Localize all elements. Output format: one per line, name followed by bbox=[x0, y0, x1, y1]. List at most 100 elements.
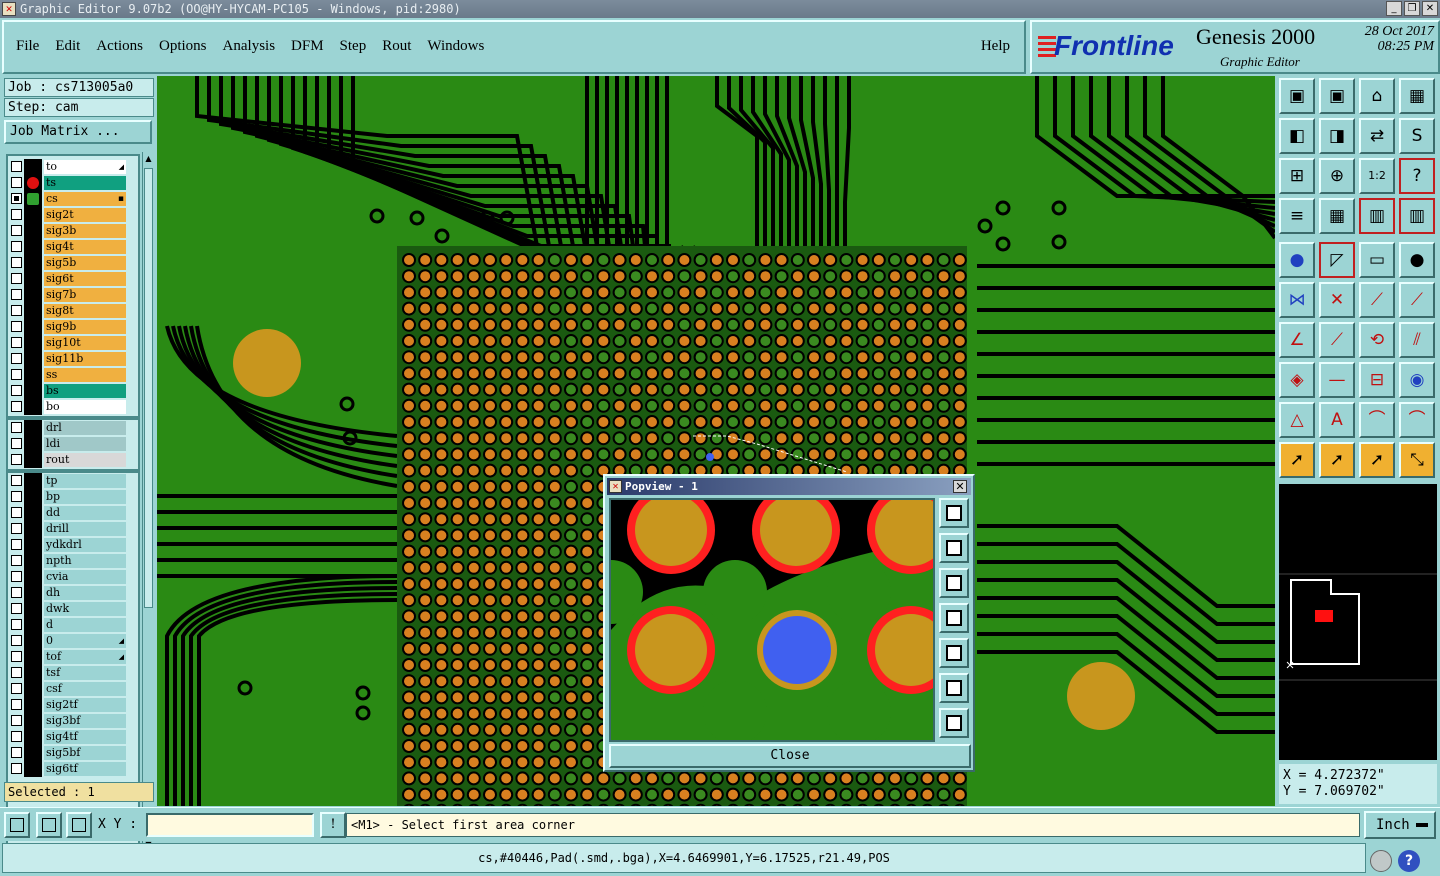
popview-close-icon[interactable]: ✕ bbox=[953, 480, 967, 493]
popview-center-icon[interactable] bbox=[939, 708, 969, 738]
popview-fit-icon[interactable] bbox=[939, 673, 969, 703]
layer-name[interactable]: ldi bbox=[44, 437, 126, 451]
layer-row-sig6t[interactable]: sig6t bbox=[8, 271, 138, 287]
layer-row-sig3b[interactable]: sig3b bbox=[8, 223, 138, 239]
layer-name[interactable]: sig11b bbox=[44, 352, 126, 366]
layer-row-drl[interactable]: drl bbox=[8, 420, 138, 436]
node-icon[interactable]: ◈ bbox=[1279, 362, 1315, 398]
slash-icon[interactable]: ⟋ bbox=[1319, 322, 1355, 358]
menu-file[interactable]: File bbox=[16, 38, 39, 55]
layer-row-tof[interactable]: tof ◢ bbox=[8, 649, 138, 665]
layer-checkbox[interactable] bbox=[11, 273, 22, 284]
corner-icon[interactable]: ◸ bbox=[1319, 242, 1355, 278]
layer-mark[interactable] bbox=[24, 436, 42, 452]
layer-mark[interactable] bbox=[24, 255, 42, 271]
measure-arch-icon[interactable]: ⌒ bbox=[1399, 402, 1435, 438]
line-icon[interactable]: ⟋ bbox=[1359, 282, 1395, 318]
overview-map[interactable] bbox=[1279, 484, 1437, 760]
zoom-fit-icon[interactable]: ⊞ bbox=[1279, 158, 1315, 194]
layer-row-d[interactable]: d bbox=[8, 617, 138, 633]
layer-checkbox[interactable] bbox=[11, 438, 22, 449]
layer-checkbox[interactable] bbox=[11, 257, 22, 268]
info-icon[interactable]: ! bbox=[320, 812, 346, 838]
layer-name[interactable]: bs bbox=[44, 384, 126, 398]
xy-input[interactable] bbox=[146, 813, 314, 837]
measure-icon[interactable]: ▭ bbox=[1359, 242, 1395, 278]
layer-mark[interactable] bbox=[24, 697, 42, 713]
popview-close-button[interactable]: Close bbox=[609, 744, 971, 768]
layer-stack-icon[interactable]: ▥ bbox=[1359, 198, 1395, 234]
layer-name[interactable]: sig4t bbox=[44, 240, 126, 254]
swap-icon[interactable]: ⇄ bbox=[1359, 118, 1395, 154]
zoom-back-icon[interactable]: ▣ bbox=[1319, 78, 1355, 114]
snap-mode-icon[interactable] bbox=[4, 812, 30, 838]
layer-name[interactable]: ydkdrl bbox=[44, 538, 126, 552]
pad-icon[interactable]: ● bbox=[1399, 242, 1435, 278]
layer-checkbox[interactable] bbox=[11, 422, 22, 433]
text-icon[interactable]: ⫽ bbox=[1399, 322, 1435, 358]
layer-mark[interactable] bbox=[24, 745, 42, 761]
layer-name[interactable]: bp bbox=[44, 490, 126, 504]
layer-mark[interactable] bbox=[24, 452, 42, 468]
layer-row-sig10t[interactable]: sig10t bbox=[8, 335, 138, 351]
layer-checkbox[interactable] bbox=[11, 667, 22, 678]
layer-row-dh[interactable]: dh bbox=[8, 585, 138, 601]
layer-name[interactable]: d bbox=[44, 618, 126, 632]
layer-row-sig4t[interactable]: sig4t bbox=[8, 239, 138, 255]
layer-mark[interactable] bbox=[24, 713, 42, 729]
layer-row-sig5bf[interactable]: sig5bf bbox=[8, 745, 138, 761]
layer-row-sig5b[interactable]: sig5b bbox=[8, 255, 138, 271]
snap-icon[interactable]: S bbox=[1399, 118, 1435, 154]
layer-row-bo[interactable]: bo bbox=[8, 399, 138, 415]
layer-name[interactable]: bo bbox=[44, 400, 126, 414]
layer-checkbox[interactable] bbox=[11, 401, 22, 412]
layer-checkbox[interactable] bbox=[11, 353, 22, 364]
app-icon[interactable]: ✕ bbox=[2, 2, 16, 16]
layer-mark[interactable] bbox=[24, 383, 42, 399]
pan-left-icon[interactable]: ◧ bbox=[1279, 118, 1315, 154]
arch-icon[interactable]: ⌒ bbox=[1359, 402, 1395, 438]
popview-zoom-icon[interactable] bbox=[939, 498, 969, 528]
popview-down-icon[interactable] bbox=[939, 568, 969, 598]
layer-row-sig6tf[interactable]: sig6tf bbox=[8, 761, 138, 777]
layer-name[interactable]: cs ▪ bbox=[44, 192, 126, 206]
layer-name[interactable]: csf bbox=[44, 682, 126, 696]
line-add-icon[interactable]: ⟋ bbox=[1399, 282, 1435, 318]
layer-name[interactable]: sig10t bbox=[44, 336, 126, 350]
restore-icon[interactable]: ❐ bbox=[1404, 1, 1420, 16]
layer-checkbox[interactable] bbox=[11, 289, 22, 300]
route-icon[interactable]: ⤡ bbox=[1399, 442, 1435, 478]
layer-row-tsf[interactable]: tsf bbox=[8, 665, 138, 681]
layer-checkbox[interactable] bbox=[11, 385, 22, 396]
layer-checkbox[interactable] bbox=[11, 651, 22, 662]
grid-icon[interactable]: ▦ bbox=[1319, 198, 1355, 234]
layer-row-cvia[interactable]: cvia bbox=[8, 569, 138, 585]
layer-name[interactable]: sig3bf bbox=[44, 714, 126, 728]
connect-icon[interactable]: ⋈ bbox=[1279, 282, 1315, 318]
help-circle-icon[interactable]: ? bbox=[1398, 850, 1420, 872]
grid-config-icon[interactable]: ≡ bbox=[1279, 198, 1315, 234]
layer-mark[interactable] bbox=[24, 191, 42, 207]
layer-row-sig8t[interactable]: sig8t bbox=[8, 303, 138, 319]
layer-name[interactable]: sig4tf bbox=[44, 730, 126, 744]
layer-name[interactable]: sig7b bbox=[44, 288, 126, 302]
layer-checkbox[interactable] bbox=[11, 241, 22, 252]
layer-mark[interactable] bbox=[24, 761, 42, 777]
select-box-icon[interactable]: ➚ bbox=[1319, 442, 1355, 478]
layer-name[interactable]: sig9b bbox=[44, 320, 126, 334]
angle-mode-icon[interactable] bbox=[36, 812, 62, 838]
layer-mark[interactable] bbox=[24, 239, 42, 255]
layer-mark[interactable] bbox=[24, 649, 42, 665]
layer-name[interactable]: ts bbox=[44, 176, 126, 190]
menu-actions[interactable]: Actions bbox=[96, 38, 143, 55]
layer-mark[interactable] bbox=[24, 665, 42, 681]
layer-name[interactable]: dh bbox=[44, 586, 126, 600]
layer-name[interactable]: dwk bbox=[44, 602, 126, 616]
menu-windows[interactable]: Windows bbox=[427, 38, 484, 55]
window-icon[interactable]: ▦ bbox=[1399, 78, 1435, 114]
layer-checkbox[interactable] bbox=[11, 193, 22, 204]
layer-row-csf[interactable]: csf bbox=[8, 681, 138, 697]
layer-checkbox[interactable] bbox=[11, 603, 22, 614]
popview-right-icon[interactable] bbox=[939, 638, 969, 668]
layer-checkbox[interactable] bbox=[11, 715, 22, 726]
